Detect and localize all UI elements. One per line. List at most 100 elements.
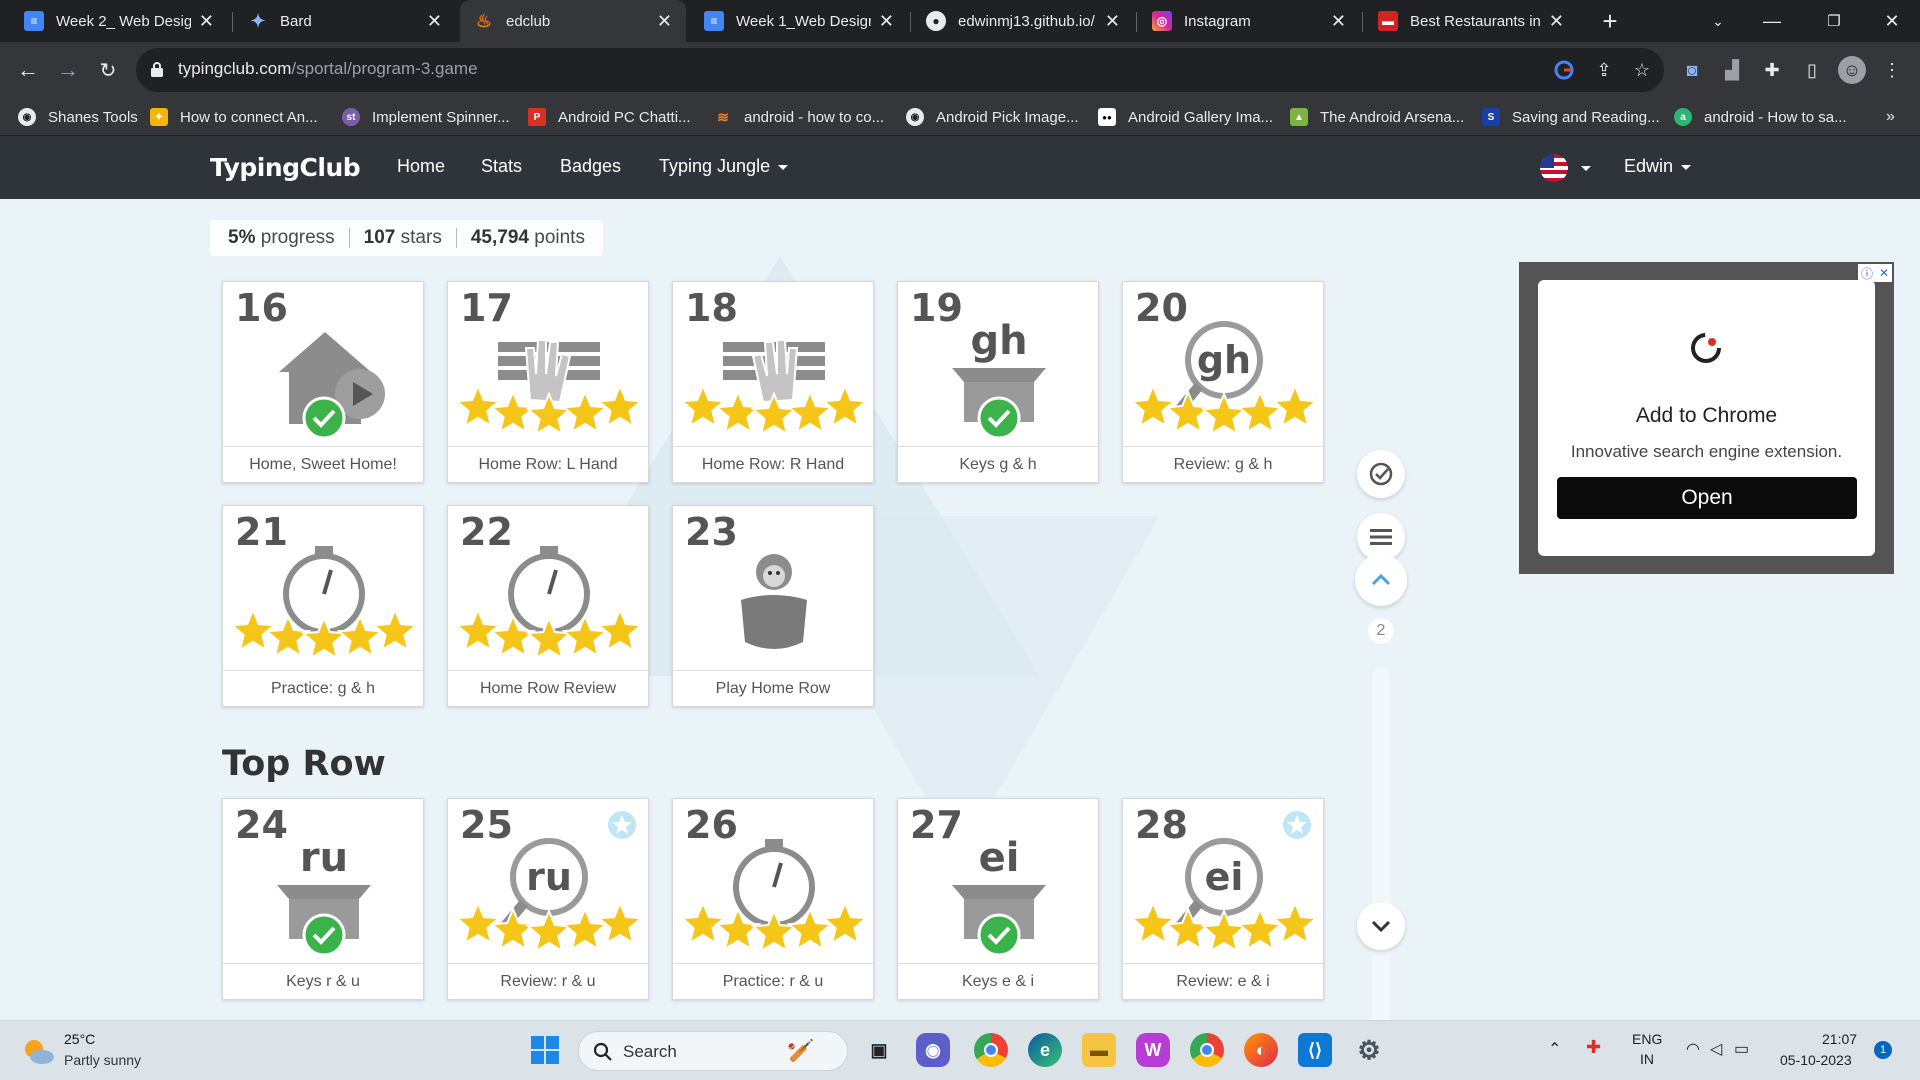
lesson-card-16[interactable]: 16 Home, Sweet Home! [222, 281, 424, 483]
edge-icon[interactable]: e [1028, 1033, 1062, 1067]
tab-week1[interactable]: ≡ Week 1_Web Designi ✕ [690, 0, 908, 42]
address-bar[interactable]: typingclub.com/sportal/program-3.game ⇪ … [136, 48, 1664, 92]
lesson-card-21[interactable]: 21 Practice: g & h [222, 505, 424, 707]
bookmark-item[interactable]: a android - How to sa... [1674, 98, 1847, 136]
bookmark-star-icon[interactable]: ☆ [1630, 58, 1654, 82]
ad-card[interactable]: Add to Chrome Innovative search engine e… [1538, 280, 1875, 556]
lock-icon[interactable] [150, 61, 164, 77]
share-icon[interactable]: ⇪ [1592, 58, 1616, 82]
teams-chat-icon[interactable]: ◉ [916, 1033, 950, 1067]
scroll-down-button[interactable] [1357, 902, 1405, 950]
bookmark-item[interactable]: ▲ The Android Arsena... [1290, 98, 1464, 136]
back-button[interactable]: ← [12, 54, 44, 86]
nav-home[interactable]: Home [397, 156, 445, 177]
tab-restaurants[interactable]: ▬ Best Restaurants in In ✕ [1364, 0, 1578, 42]
lesson-card-17[interactable]: 17 Home Row: L Hand [447, 281, 649, 483]
weather-temperature[interactable]: 25°C [64, 1031, 95, 1047]
close-icon[interactable]: ✕ [427, 11, 442, 32]
lesson-card-28[interactable]: 28 ei Review: e & i [1122, 798, 1324, 1000]
lesson-card-19[interactable]: 19 gh Keys g & h [897, 281, 1099, 483]
stars-svg [679, 383, 869, 436]
side-panel-icon[interactable]: ▯ [1798, 56, 1826, 84]
tab-instagram[interactable]: ◎ Instagram ✕ [1138, 0, 1360, 42]
brand-logo[interactable]: TypingClub [210, 153, 361, 182]
chrome-icon[interactable] [974, 1033, 1008, 1067]
bookmark-item[interactable]: ◉ Android Pick Image... [906, 98, 1079, 136]
close-icon[interactable]: ✕ [1105, 11, 1120, 32]
taskbar-search[interactable]: Search 🏏 [578, 1031, 848, 1071]
lesson-label: Home Row Review [448, 670, 648, 706]
nav-badges[interactable]: Badges [560, 156, 621, 177]
extensions-puzzle-icon[interactable]: ✚ [1758, 56, 1786, 84]
close-icon[interactable]: ✕ [1549, 11, 1564, 32]
lesson-card-24[interactable]: 24 ru Keys r & u [222, 798, 424, 1000]
close-icon[interactable]: ✕ [657, 11, 672, 32]
settings-gear-icon[interactable]: ⚙ [1352, 1033, 1386, 1067]
lesson-card-23[interactable]: 23 Play Home Row [672, 505, 874, 707]
vscode-icon[interactable]: ⟨⟩ [1298, 1033, 1332, 1067]
us-flag-icon[interactable] [1540, 154, 1568, 182]
nav-typing-jungle[interactable]: Typing Jungle [659, 156, 789, 177]
language-indicator[interactable]: ENG [1632, 1031, 1662, 1047]
lesson-card-18[interactable]: 18 Home Row: R Hand [672, 281, 874, 483]
bookmark-item[interactable]: S Saving and Reading... [1482, 98, 1660, 136]
new-tab-button[interactable]: + [1582, 0, 1638, 42]
clock-time[interactable]: 21:07 [1822, 1031, 1857, 1047]
windows-start-icon[interactable] [528, 1033, 562, 1067]
scroll-up-button[interactable] [1355, 554, 1407, 606]
graph-extension-icon[interactable]: ▟ [1718, 56, 1746, 84]
lesson-card-27[interactable]: 27 ei Keys e & i [897, 798, 1099, 1000]
restore-button[interactable]: ❐ [1806, 0, 1862, 42]
lesson-card-26[interactable]: 26 Practice: r & u [672, 798, 874, 1000]
bookmark-item[interactable]: ✦ How to connect An... [150, 98, 318, 136]
language-caret[interactable] [1573, 157, 1591, 178]
close-icon[interactable]: ✕ [199, 11, 214, 32]
bookmark-item[interactable]: ≋ android - how to co... [714, 98, 884, 136]
camera-extension-icon[interactable]: ◙ [1678, 56, 1706, 84]
completed-filter-button[interactable] [1357, 450, 1405, 498]
file-explorer-icon[interactable]: ▬ [1082, 1033, 1116, 1067]
profile-avatar[interactable]: ☺ [1838, 56, 1866, 84]
lesson-card-22[interactable]: 22 Home Row Review [447, 505, 649, 707]
bookmark-item[interactable]: P Android PC Chatti... [528, 98, 691, 136]
app-tray-icon[interactable]: ✚ [1586, 1037, 1601, 1058]
window-close-button[interactable]: ✕ [1864, 0, 1920, 42]
minimize-button[interactable]: — [1744, 0, 1800, 42]
volume-icon[interactable]: ◁ [1710, 1039, 1722, 1059]
firefox-icon[interactable]: ◐ [1244, 1033, 1278, 1067]
google-lens-icon[interactable] [1552, 58, 1576, 82]
bookmark-item[interactable]: ◉ Shanes Tools [18, 98, 138, 136]
star-icon [1236, 906, 1284, 951]
close-icon[interactable]: ✕ [1331, 11, 1346, 32]
tab-github[interactable]: ● edwinmj13.github.io/ ✕ [912, 0, 1134, 42]
clock-date[interactable]: 05-10-2023 [1780, 1052, 1852, 1068]
bookmark-item[interactable]: ●● Android Gallery Ima... [1098, 98, 1273, 136]
region-indicator[interactable]: IN [1640, 1051, 1654, 1067]
chevron-up-icon[interactable]: ⌃ [1548, 1039, 1561, 1059]
chrome-profile-icon[interactable] [1190, 1033, 1224, 1067]
tab-edclub[interactable]: ♨ edclub ✕ [460, 0, 686, 42]
nav-stats[interactable]: Stats [481, 156, 522, 177]
lesson-card-20[interactable]: 20 gh Review: g & h [1122, 281, 1324, 483]
kebab-menu-icon[interactable]: ⋮ [1878, 56, 1906, 84]
notification-badge[interactable]: 1 [1874, 1041, 1892, 1059]
tab-search-chevron-icon[interactable]: ⌄ [1690, 0, 1746, 42]
progress-scroll-track[interactable] [1372, 668, 1390, 1020]
tab-bard[interactable]: ✦ Bard ✕ [234, 0, 456, 42]
lesson-card-25[interactable]: 25 ru Review: r & u [447, 798, 649, 1000]
forward-button[interactable]: → [52, 54, 84, 86]
wps-office-icon[interactable]: W [1136, 1033, 1170, 1067]
close-icon[interactable]: ✕ [879, 11, 894, 32]
bookmark-item[interactable]: st Implement Spinner... [342, 98, 510, 136]
reload-button[interactable]: ↻ [92, 54, 124, 86]
tab-week2[interactable]: ≡ Week 2_ Web Designi ✕ [10, 0, 228, 42]
bookmarks-bar: ◉ Shanes Tools ✦ How to connect An... st Im… [0, 98, 1920, 136]
wifi-icon[interactable]: ◠ [1686, 1039, 1700, 1059]
weather-partly-sunny-icon[interactable] [20, 1035, 56, 1067]
ad-open-button[interactable]: Open [1557, 477, 1857, 519]
more-bookmarks-chevron-icon[interactable]: » [1886, 98, 1895, 136]
battery-icon[interactable]: ▭ [1734, 1039, 1749, 1059]
task-view-icon[interactable]: ▣ [862, 1033, 896, 1067]
weather-description[interactable]: Partly sunny [64, 1052, 141, 1068]
user-menu[interactable]: Edwin [1624, 156, 1692, 177]
